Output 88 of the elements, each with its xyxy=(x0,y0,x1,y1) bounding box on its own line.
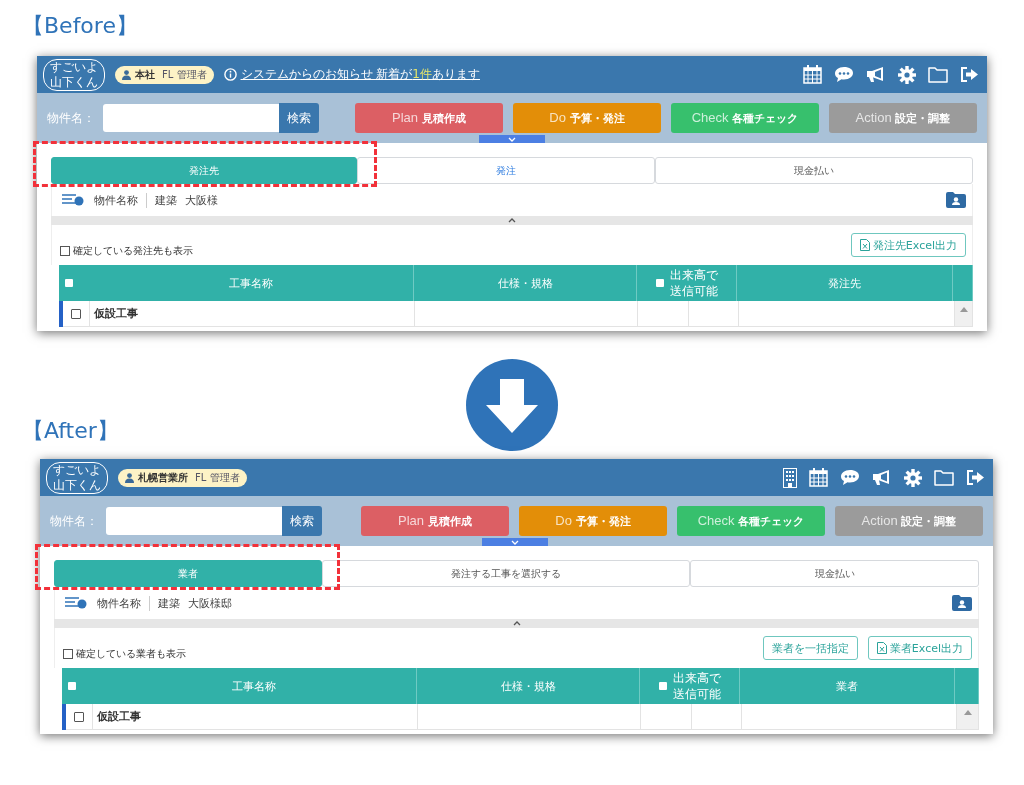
column-header: 業者 xyxy=(836,678,858,694)
table-cell xyxy=(689,301,739,327)
project-info-text: 物件名称 xyxy=(97,595,150,611)
section-heading: 【Before】 xyxy=(22,12,139,40)
megaphone-icon[interactable] xyxy=(872,469,892,486)
phase-button[interactable]: Action 設定・調整 xyxy=(835,506,983,536)
column-header: 工事名称 xyxy=(229,275,273,291)
section-heading: 【After】 xyxy=(22,417,120,445)
person-icon xyxy=(125,472,134,483)
chevron-down-icon xyxy=(508,136,516,142)
tab[interactable]: 発注 xyxy=(357,157,655,184)
info-icon xyxy=(223,68,237,81)
column-header: 仕様・規格 xyxy=(500,678,556,694)
phase-button[interactable]: Do 予算・発注 xyxy=(513,103,661,133)
folder-icon[interactable] xyxy=(928,66,948,83)
notice-link[interactable]: システムからのお知らせ 新着が1件あります xyxy=(240,66,480,83)
show-confirmed-checkbox[interactable]: 確定している業者も表示 xyxy=(63,647,186,661)
person-icon xyxy=(122,69,131,80)
phase-button[interactable]: Check 各種チェック xyxy=(677,506,825,536)
collapse-toggle[interactable] xyxy=(482,538,548,546)
search-label: 物件名： xyxy=(47,109,96,127)
search-label: 物件名： xyxy=(50,512,99,530)
settings-icon[interactable] xyxy=(904,468,922,487)
scroll-up-icon[interactable] xyxy=(963,710,972,715)
project-info-text: 建築 xyxy=(155,192,177,208)
logout-icon[interactable] xyxy=(966,469,985,486)
tab[interactable]: 業者 xyxy=(54,560,322,587)
scroll-up-icon[interactable] xyxy=(959,307,968,312)
phase-button[interactable]: Check 各種チェック xyxy=(671,103,819,133)
tab[interactable]: 現金払い xyxy=(655,157,973,184)
folder-person-icon[interactable] xyxy=(952,595,972,611)
search-button[interactable]: 検索 xyxy=(279,103,319,133)
project-info-text: 建築 xyxy=(158,595,180,611)
collapse-toggle[interactable] xyxy=(479,135,545,143)
row-checkbox[interactable] xyxy=(71,308,81,319)
user-badge: 札幌営業所 FL 管理者 xyxy=(118,468,247,487)
excel-export-button[interactable]: 業者Excel出力 xyxy=(867,636,972,660)
settings-icon[interactable] xyxy=(898,65,916,84)
table-cell xyxy=(638,301,689,327)
folder-person-icon[interactable] xyxy=(946,192,966,208)
table-cell xyxy=(641,704,692,730)
calendar-icon[interactable] xyxy=(809,468,828,487)
megaphone-icon[interactable] xyxy=(866,66,886,83)
spreadsheet-icon xyxy=(876,642,887,654)
column-header: 出来高で 送信可能 xyxy=(669,267,718,299)
project-info-text: 大阪様 xyxy=(185,192,218,208)
chevron-up-icon xyxy=(512,621,521,626)
calendar-icon[interactable] xyxy=(803,65,822,84)
chevron-down-icon xyxy=(511,539,519,545)
list-icon xyxy=(62,194,86,206)
list-icon xyxy=(65,597,89,609)
logo: すごいよ 山下くん xyxy=(46,461,108,494)
logout-icon[interactable] xyxy=(960,66,979,83)
phase-button[interactable]: Action 設定・調整 xyxy=(829,103,977,133)
search-field[interactable] xyxy=(106,507,282,535)
bulk-assign-button[interactable]: 業者を一括指定 xyxy=(762,636,858,660)
project-info-text: 大阪様邸 xyxy=(188,595,232,611)
chat-icon[interactable] xyxy=(840,469,860,486)
column-header: 仕様・規格 xyxy=(497,275,553,291)
spreadsheet-icon xyxy=(859,239,870,251)
column-header: 出来高で 送信可能 xyxy=(672,670,721,702)
building-icon[interactable] xyxy=(783,467,797,488)
header-checkbox[interactable] xyxy=(68,682,76,690)
tab[interactable]: 現金払い xyxy=(690,560,979,587)
user-badge: 本社 FL 管理者 xyxy=(115,65,214,84)
folder-icon[interactable] xyxy=(934,469,954,486)
search-button[interactable]: 検索 xyxy=(282,506,322,536)
header-checkbox[interactable] xyxy=(655,279,664,287)
phase-button[interactable]: Plan 見積作成 xyxy=(361,506,509,536)
phase-button[interactable]: Do 予算・発注 xyxy=(519,506,667,536)
table-cell xyxy=(692,704,742,730)
tab[interactable]: 発注する工事を選択する xyxy=(322,560,690,587)
chat-icon[interactable] xyxy=(834,66,854,83)
table-cell-text: 仮設工事 xyxy=(96,709,141,724)
project-info-text: 物件名称 xyxy=(94,192,147,208)
logo: すごいよ 山下くん xyxy=(43,58,105,91)
chevron-up-icon xyxy=(508,218,516,223)
table-cell-text: 仮設工事 xyxy=(93,306,138,321)
row-checkbox[interactable] xyxy=(74,711,84,722)
header-checkbox[interactable] xyxy=(658,682,667,690)
tab[interactable]: 発注先 xyxy=(51,157,357,184)
show-confirmed-checkbox[interactable]: 確定している発注先も表示 xyxy=(60,244,193,258)
search-field[interactable] xyxy=(103,104,279,132)
phase-button[interactable]: Plan 見積作成 xyxy=(355,103,503,133)
header-checkbox[interactable] xyxy=(65,279,73,287)
column-header: 工事名称 xyxy=(232,678,276,694)
excel-export-button[interactable]: 発注先Excel出力 xyxy=(850,233,966,257)
column-header: 発注先 xyxy=(828,275,861,291)
